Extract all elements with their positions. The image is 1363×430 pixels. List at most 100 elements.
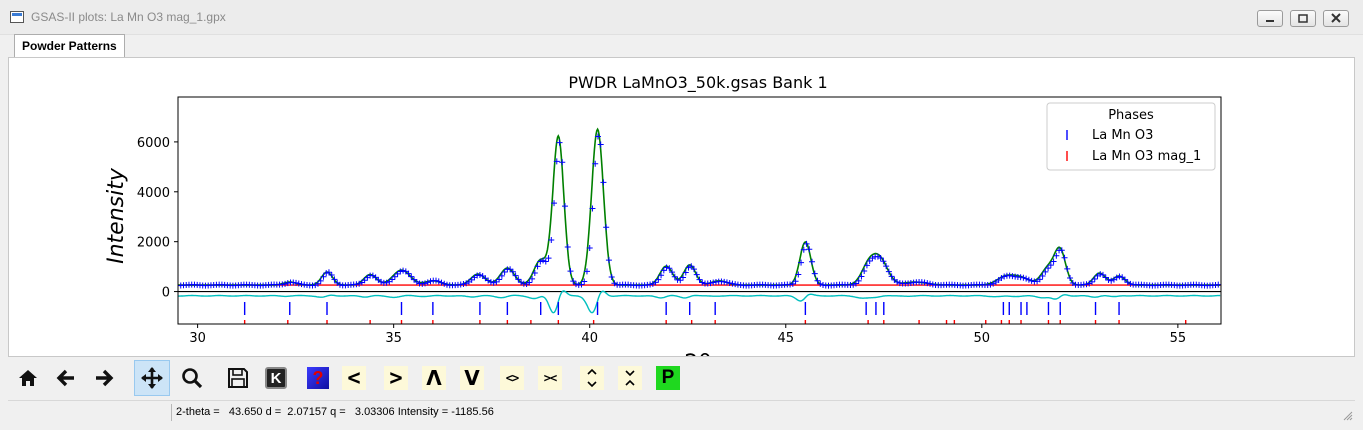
observed-point xyxy=(391,273,398,280)
tab-powder-patterns[interactable]: Powder Patterns xyxy=(14,34,125,58)
x-tick-label: 35 xyxy=(385,331,402,346)
powder-pattern-chart[interactable]: PWDR LaMnO3_50k.gsas Bank 1 Intensity 2θ… xyxy=(9,58,1354,356)
save-button[interactable] xyxy=(220,360,256,396)
maximize-icon xyxy=(1298,14,1308,23)
back-arrow-icon xyxy=(56,369,74,387)
observed-point xyxy=(863,262,870,269)
observed-point xyxy=(320,273,327,280)
observed-point xyxy=(677,277,684,284)
home-icon xyxy=(19,370,37,386)
home-button[interactable] xyxy=(10,360,46,396)
tab-strip: Powder Patterns xyxy=(8,34,1355,58)
observed-point xyxy=(1023,275,1030,282)
status-bar: 2-theta = 43.650 d = 2.07157 q = 3.03306… xyxy=(8,400,1355,423)
shift-right-icon: > xyxy=(384,366,408,391)
close-button[interactable] xyxy=(1323,10,1349,27)
publish-icon: P xyxy=(656,366,680,390)
observed-point xyxy=(1061,254,1068,261)
shift-down-button[interactable]: V xyxy=(454,360,490,396)
back-button[interactable] xyxy=(48,360,84,396)
x-tick-label: 50 xyxy=(974,331,991,346)
observed-point xyxy=(858,273,865,280)
observed-point xyxy=(647,281,654,288)
resize-grip-icon[interactable] xyxy=(1343,411,1353,421)
observed-point xyxy=(564,244,571,251)
shift-right-button[interactable]: > xyxy=(378,360,414,396)
observed-point xyxy=(883,263,890,270)
forward-button[interactable] xyxy=(86,360,122,396)
observed-point xyxy=(682,269,689,276)
legend-label: La Mn O3 xyxy=(1092,128,1153,143)
key-icon: K xyxy=(265,367,287,389)
observed-point xyxy=(578,281,585,288)
observed-point xyxy=(317,277,324,284)
window-title: GSAS-II plots: La Mn O3 mag_1.gpx xyxy=(31,10,226,24)
app-window-icon xyxy=(10,11,24,23)
shift-left-icon: < xyxy=(342,366,366,391)
observed-point xyxy=(427,278,434,285)
observed-point xyxy=(866,257,873,264)
zoom-button[interactable] xyxy=(174,360,210,396)
window-titlebar: GSAS-II plots: La Mn O3 mag_1.gpx xyxy=(0,0,1363,35)
shrink-y-button[interactable] xyxy=(612,360,648,396)
close-icon xyxy=(1331,13,1341,23)
x-tick-label: 55 xyxy=(1170,331,1187,346)
y-axis-label: Intensity xyxy=(104,167,129,264)
save-icon xyxy=(228,368,248,388)
legend-title: Phases xyxy=(1108,108,1154,123)
y-tick-label: 4000 xyxy=(137,186,170,201)
observed-point xyxy=(323,270,330,277)
observed-point xyxy=(1001,273,1008,280)
observed-point xyxy=(1091,275,1098,282)
legend-label: La Mn O3 mag_1 xyxy=(1092,149,1201,164)
observed-point xyxy=(680,274,687,281)
plot-panel[interactable]: PWDR LaMnO3_50k.gsas Bank 1 Intensity 2θ… xyxy=(8,57,1355,357)
maximize-button[interactable] xyxy=(1290,10,1316,27)
observed-point xyxy=(476,271,483,278)
observed-point xyxy=(542,258,549,265)
x-tick-label: 45 xyxy=(777,331,794,346)
observed-point xyxy=(501,268,508,275)
shift-up-icon: Λ xyxy=(422,366,446,390)
observed-point xyxy=(885,268,892,275)
zoom-icon xyxy=(182,368,203,389)
observed-point xyxy=(721,278,728,285)
observed-point xyxy=(660,267,667,274)
pan-button[interactable] xyxy=(134,360,170,396)
observed-point xyxy=(523,280,530,287)
expand-y-button[interactable] xyxy=(574,360,610,396)
cursor-readout: 2-theta = 43.650 d = 2.07157 q = 3.03306… xyxy=(171,404,494,421)
shift-left-button[interactable]: < xyxy=(336,360,372,396)
minimize-button[interactable] xyxy=(1257,10,1283,27)
difference-curve xyxy=(178,290,1221,314)
expand-x-icon: <> xyxy=(500,366,524,390)
observed-point xyxy=(441,280,448,287)
observed-point xyxy=(567,268,574,275)
observed-point xyxy=(443,281,450,288)
observed-point xyxy=(498,272,505,279)
forward-arrow-icon xyxy=(96,369,114,387)
shift-up-button[interactable]: Λ xyxy=(416,360,452,396)
publish-button[interactable]: P xyxy=(650,360,686,396)
chart-title: PWDR LaMnO3_50k.gsas Bank 1 xyxy=(568,73,827,93)
observed-point xyxy=(658,272,665,279)
shrink-x-button[interactable]: >< xyxy=(532,360,568,396)
observed-point xyxy=(1067,275,1074,282)
observed-point xyxy=(435,278,442,285)
observed-point xyxy=(655,276,662,283)
observed-point xyxy=(1042,268,1049,275)
shrink-y-icon xyxy=(618,366,642,390)
key-button[interactable]: K xyxy=(258,360,294,396)
expand-x-button[interactable]: <> xyxy=(494,360,530,396)
observed-point xyxy=(597,141,604,148)
observed-point xyxy=(1028,277,1035,284)
observed-point xyxy=(1025,276,1032,283)
help-button[interactable]: ? xyxy=(300,360,336,396)
observed-point xyxy=(1020,274,1027,281)
observed-point xyxy=(855,277,862,284)
observed-point xyxy=(400,267,407,274)
y-tick-label: 6000 xyxy=(137,136,170,151)
observed-point xyxy=(1116,273,1123,280)
y-tick-label: 2000 xyxy=(137,236,170,251)
observed-point xyxy=(1215,281,1221,288)
